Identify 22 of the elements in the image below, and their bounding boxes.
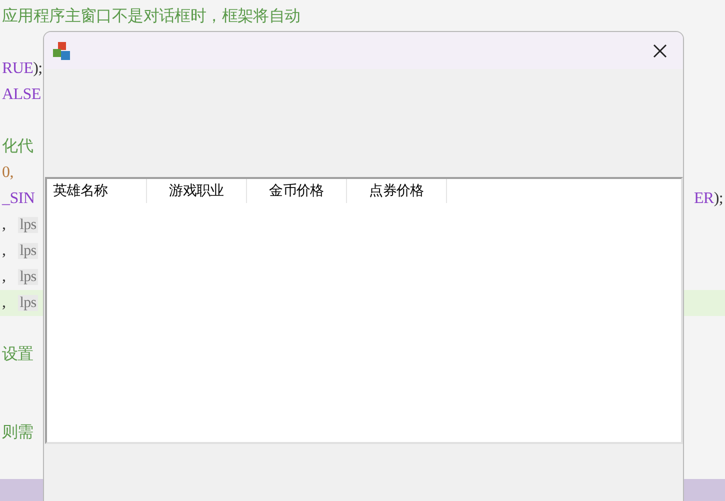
code-comment: 则需 (2, 424, 34, 441)
app-icon (52, 40, 72, 60)
code-text: ALSE (2, 86, 41, 103)
code-text: lps (18, 243, 38, 259)
code-text: ER (694, 190, 714, 207)
code-text: lps (18, 269, 38, 285)
code-text: lps (18, 295, 38, 311)
close-icon (653, 44, 667, 58)
code-text: ); (714, 190, 723, 207)
code-text: , (2, 242, 6, 259)
code-comment: 应用程序主窗口不是对话框时，框架将自动 (2, 8, 300, 25)
code-text: , (2, 294, 6, 311)
code-text: lps (18, 217, 38, 233)
code-text: , (2, 268, 6, 285)
code-text: , (2, 216, 6, 233)
code-text: RUE (2, 60, 34, 77)
code-text: ); (33, 60, 42, 77)
code-text: _SIN (2, 190, 35, 207)
code-text: 0, (2, 164, 14, 181)
code-comment: 化代 (2, 138, 34, 155)
code-comment: 设置 (2, 346, 34, 363)
list-view[interactable]: 英雄名称 游戏职业 金币价格 点券价格 (45, 177, 683, 444)
